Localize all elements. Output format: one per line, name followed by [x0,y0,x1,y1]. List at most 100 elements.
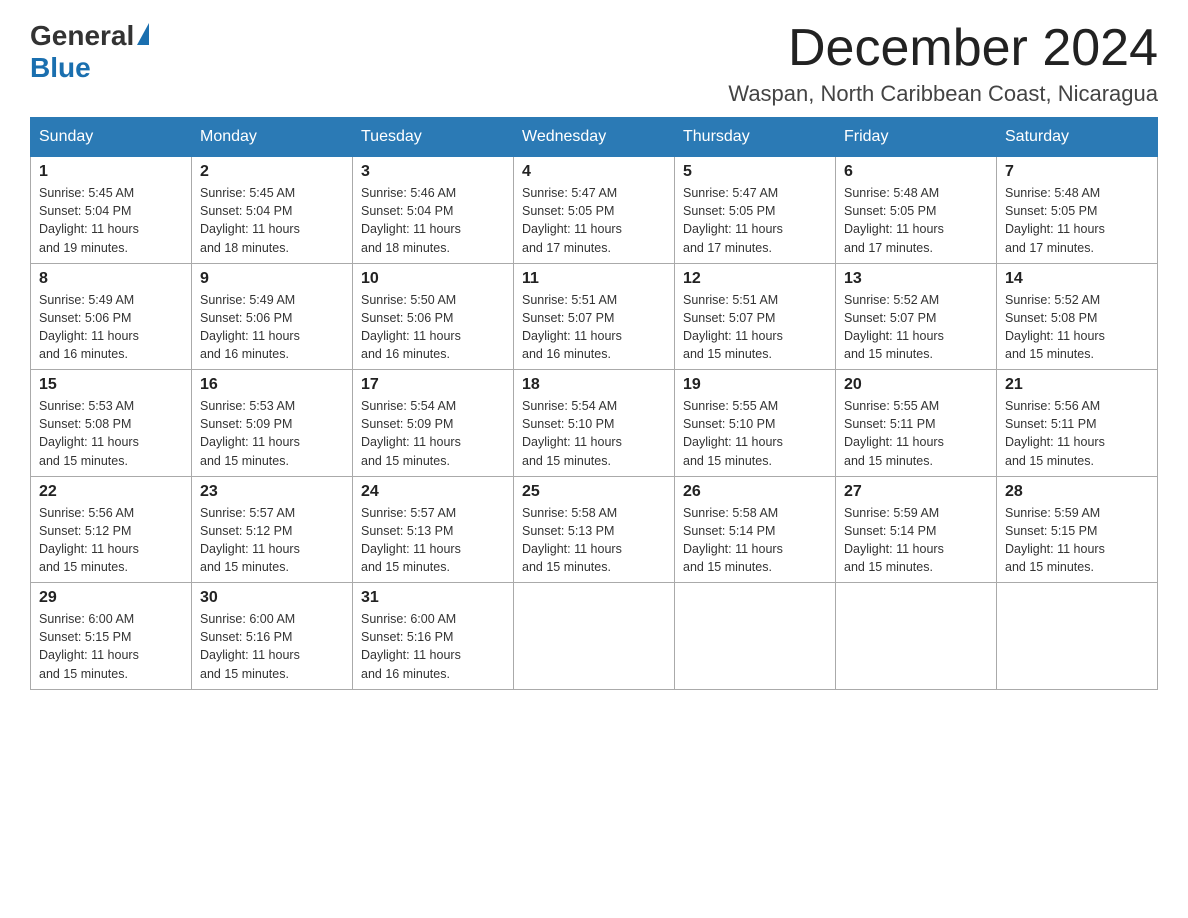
day-number: 5 [683,163,827,181]
day-info: Sunrise: 5:52 AMSunset: 5:07 PMDaylight:… [844,293,944,361]
day-info: Sunrise: 5:46 AMSunset: 5:04 PMDaylight:… [361,186,461,254]
day-number: 13 [844,270,988,288]
day-number: 31 [361,589,505,607]
day-info: Sunrise: 5:49 AMSunset: 5:06 PMDaylight:… [200,293,300,361]
day-cell: 27 Sunrise: 5:59 AMSunset: 5:14 PMDaylig… [836,476,997,583]
day-cell: 19 Sunrise: 5:55 AMSunset: 5:10 PMDaylig… [675,370,836,477]
day-info: Sunrise: 5:59 AMSunset: 5:15 PMDaylight:… [1005,506,1105,574]
col-saturday: Saturday [997,118,1158,157]
day-cell: 29 Sunrise: 6:00 AMSunset: 5:15 PMDaylig… [31,583,192,690]
day-number: 30 [200,589,344,607]
day-info: Sunrise: 5:58 AMSunset: 5:14 PMDaylight:… [683,506,783,574]
week-row-3: 15 Sunrise: 5:53 AMSunset: 5:08 PMDaylig… [31,370,1158,477]
day-info: Sunrise: 5:45 AMSunset: 5:04 PMDaylight:… [200,186,300,254]
col-tuesday: Tuesday [353,118,514,157]
day-info: Sunrise: 5:59 AMSunset: 5:14 PMDaylight:… [844,506,944,574]
day-number: 24 [361,483,505,501]
day-cell: 9 Sunrise: 5:49 AMSunset: 5:06 PMDayligh… [192,263,353,370]
day-info: Sunrise: 5:55 AMSunset: 5:10 PMDaylight:… [683,399,783,467]
day-info: Sunrise: 5:54 AMSunset: 5:10 PMDaylight:… [522,399,622,467]
day-number: 3 [361,163,505,181]
day-cell: 14 Sunrise: 5:52 AMSunset: 5:08 PMDaylig… [997,263,1158,370]
day-info: Sunrise: 5:51 AMSunset: 5:07 PMDaylight:… [522,293,622,361]
day-cell: 31 Sunrise: 6:00 AMSunset: 5:16 PMDaylig… [353,583,514,690]
day-cell: 4 Sunrise: 5:47 AMSunset: 5:05 PMDayligh… [514,157,675,264]
title-section: December 2024 Waspan, North Caribbean Co… [728,20,1158,107]
day-cell: 2 Sunrise: 5:45 AMSunset: 5:04 PMDayligh… [192,157,353,264]
day-cell [675,583,836,690]
day-cell [514,583,675,690]
day-number: 19 [683,376,827,394]
day-cell: 22 Sunrise: 5:56 AMSunset: 5:12 PMDaylig… [31,476,192,583]
col-sunday: Sunday [31,118,192,157]
day-info: Sunrise: 5:56 AMSunset: 5:12 PMDaylight:… [39,506,139,574]
day-number: 4 [522,163,666,181]
day-info: Sunrise: 5:47 AMSunset: 5:05 PMDaylight:… [522,186,622,254]
day-cell: 5 Sunrise: 5:47 AMSunset: 5:05 PMDayligh… [675,157,836,264]
day-number: 25 [522,483,666,501]
col-friday: Friday [836,118,997,157]
day-cell: 20 Sunrise: 5:55 AMSunset: 5:11 PMDaylig… [836,370,997,477]
day-info: Sunrise: 5:58 AMSunset: 5:13 PMDaylight:… [522,506,622,574]
day-number: 18 [522,376,666,394]
day-info: Sunrise: 5:49 AMSunset: 5:06 PMDaylight:… [39,293,139,361]
day-cell: 12 Sunrise: 5:51 AMSunset: 5:07 PMDaylig… [675,263,836,370]
day-number: 16 [200,376,344,394]
day-cell: 13 Sunrise: 5:52 AMSunset: 5:07 PMDaylig… [836,263,997,370]
day-info: Sunrise: 5:53 AMSunset: 5:08 PMDaylight:… [39,399,139,467]
day-info: Sunrise: 5:50 AMSunset: 5:06 PMDaylight:… [361,293,461,361]
day-info: Sunrise: 5:57 AMSunset: 5:12 PMDaylight:… [200,506,300,574]
day-cell: 6 Sunrise: 5:48 AMSunset: 5:05 PMDayligh… [836,157,997,264]
day-info: Sunrise: 5:48 AMSunset: 5:05 PMDaylight:… [844,186,944,254]
day-number: 17 [361,376,505,394]
day-number: 20 [844,376,988,394]
day-info: Sunrise: 6:00 AMSunset: 5:16 PMDaylight:… [200,612,300,680]
day-number: 23 [200,483,344,501]
day-cell: 15 Sunrise: 5:53 AMSunset: 5:08 PMDaylig… [31,370,192,477]
day-number: 26 [683,483,827,501]
day-info: Sunrise: 6:00 AMSunset: 5:16 PMDaylight:… [361,612,461,680]
day-number: 9 [200,270,344,288]
day-info: Sunrise: 5:47 AMSunset: 5:05 PMDaylight:… [683,186,783,254]
day-number: 2 [200,163,344,181]
day-cell: 10 Sunrise: 5:50 AMSunset: 5:06 PMDaylig… [353,263,514,370]
day-cell: 11 Sunrise: 5:51 AMSunset: 5:07 PMDaylig… [514,263,675,370]
day-cell: 7 Sunrise: 5:48 AMSunset: 5:05 PMDayligh… [997,157,1158,264]
day-cell: 18 Sunrise: 5:54 AMSunset: 5:10 PMDaylig… [514,370,675,477]
day-number: 11 [522,270,666,288]
day-cell [836,583,997,690]
logo: General Blue [30,20,149,84]
day-number: 15 [39,376,183,394]
logo-general-text: General [30,20,134,52]
day-cell: 25 Sunrise: 5:58 AMSunset: 5:13 PMDaylig… [514,476,675,583]
day-info: Sunrise: 5:45 AMSunset: 5:04 PMDaylight:… [39,186,139,254]
logo-triangle-icon [137,23,149,45]
day-info: Sunrise: 6:00 AMSunset: 5:15 PMDaylight:… [39,612,139,680]
day-number: 12 [683,270,827,288]
day-cell [997,583,1158,690]
day-number: 10 [361,270,505,288]
week-row-5: 29 Sunrise: 6:00 AMSunset: 5:15 PMDaylig… [31,583,1158,690]
day-number: 8 [39,270,183,288]
day-info: Sunrise: 5:53 AMSunset: 5:09 PMDaylight:… [200,399,300,467]
day-info: Sunrise: 5:48 AMSunset: 5:05 PMDaylight:… [1005,186,1105,254]
col-monday: Monday [192,118,353,157]
day-number: 7 [1005,163,1149,181]
day-number: 28 [1005,483,1149,501]
day-cell: 16 Sunrise: 5:53 AMSunset: 5:09 PMDaylig… [192,370,353,477]
day-number: 22 [39,483,183,501]
logo-blue-text: Blue [30,52,91,83]
day-cell: 3 Sunrise: 5:46 AMSunset: 5:04 PMDayligh… [353,157,514,264]
day-number: 27 [844,483,988,501]
month-title: December 2024 [728,20,1158,77]
day-info: Sunrise: 5:52 AMSunset: 5:08 PMDaylight:… [1005,293,1105,361]
calendar-table: Sunday Monday Tuesday Wednesday Thursday… [30,117,1158,690]
week-row-2: 8 Sunrise: 5:49 AMSunset: 5:06 PMDayligh… [31,263,1158,370]
location: Waspan, North Caribbean Coast, Nicaragua [728,81,1158,107]
day-number: 29 [39,589,183,607]
day-cell: 24 Sunrise: 5:57 AMSunset: 5:13 PMDaylig… [353,476,514,583]
week-row-1: 1 Sunrise: 5:45 AMSunset: 5:04 PMDayligh… [31,157,1158,264]
day-info: Sunrise: 5:57 AMSunset: 5:13 PMDaylight:… [361,506,461,574]
day-cell: 8 Sunrise: 5:49 AMSunset: 5:06 PMDayligh… [31,263,192,370]
col-thursday: Thursday [675,118,836,157]
